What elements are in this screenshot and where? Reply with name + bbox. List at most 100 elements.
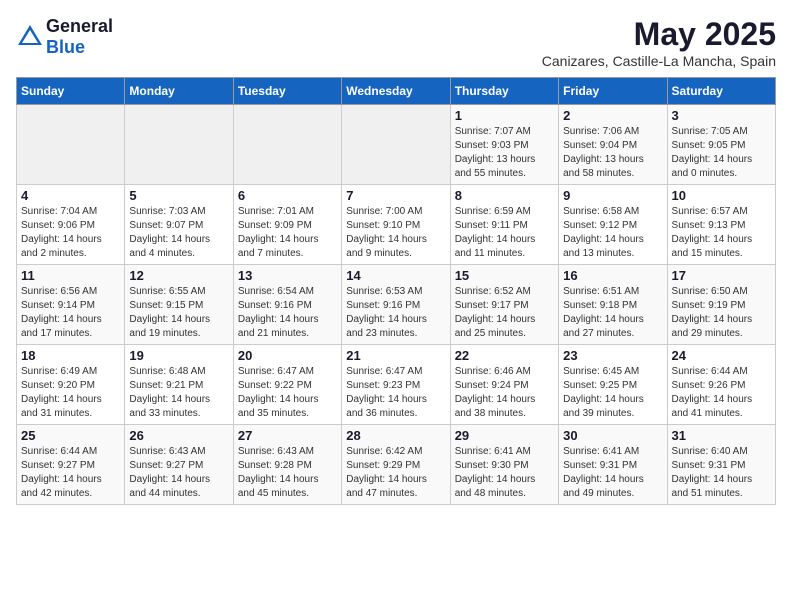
day-number: 31: [672, 428, 771, 443]
day-info: Sunrise: 6:49 AMSunset: 9:20 PMDaylight:…: [21, 365, 120, 421]
day-number: 2: [563, 108, 662, 123]
day-number: 17: [672, 268, 771, 283]
day-number: 14: [346, 268, 445, 283]
header-row: SundayMondayTuesdayWednesdayThursdayFrid…: [17, 78, 776, 105]
day-info: Sunrise: 6:45 AMSunset: 9:25 PMDaylight:…: [563, 365, 662, 421]
day-number: 30: [563, 428, 662, 443]
day-number: 4: [21, 188, 120, 203]
day-number: 9: [563, 188, 662, 203]
day-info: Sunrise: 6:53 AMSunset: 9:16 PMDaylight:…: [346, 285, 445, 341]
day-number: 7: [346, 188, 445, 203]
title-area: May 2025 Canizares, Castille-La Mancha, …: [542, 16, 776, 69]
week-row-0: 1Sunrise: 7:07 AMSunset: 9:03 PMDaylight…: [17, 105, 776, 185]
day-cell: 11Sunrise: 6:56 AMSunset: 9:14 PMDayligh…: [17, 265, 125, 345]
day-cell: 10Sunrise: 6:57 AMSunset: 9:13 PMDayligh…: [667, 185, 775, 265]
day-number: 3: [672, 108, 771, 123]
month-title: May 2025: [542, 16, 776, 53]
day-number: 22: [455, 348, 554, 363]
col-header-sunday: Sunday: [17, 78, 125, 105]
day-cell: 6 Sunrise: 7:01 AMSunset: 9:09 PMDaylight…: [233, 185, 341, 265]
day-cell: 25Sunrise: 6:44 AMSunset: 9:27 PMDayligh…: [17, 425, 125, 505]
day-number: 6: [238, 188, 337, 203]
day-cell: 12 Sunrise: 6:55 AMSunset: 9:15 PMDayligh…: [125, 265, 233, 345]
day-cell: 24 Sunrise: 6:44 AMSunset: 9:26 PMDayligh…: [667, 345, 775, 425]
day-number: 24: [672, 348, 771, 363]
day-cell: 17 Sunrise: 6:50 AMSunset: 9:19 PMDayligh…: [667, 265, 775, 345]
day-info: Sunrise: 6:58 AMSunset: 9:12 PMDaylight:…: [563, 205, 662, 261]
day-number: 16: [563, 268, 662, 283]
col-header-thursday: Thursday: [450, 78, 558, 105]
day-info: Sunrise: 6:44 AMSunset: 9:27 PMDaylight:…: [21, 445, 120, 501]
day-number: 23: [563, 348, 662, 363]
day-info: Sunrise: 6:54 AMSunset: 9:16 PMDaylight:…: [238, 285, 337, 341]
day-number: 1: [455, 108, 554, 123]
logo-general: General: [46, 16, 113, 36]
day-info: Sunrise: 7:01 AMSunset: 9:09 PMDaylight:…: [238, 205, 337, 261]
day-number: 13: [238, 268, 337, 283]
day-number: 27: [238, 428, 337, 443]
col-header-saturday: Saturday: [667, 78, 775, 105]
day-number: 28: [346, 428, 445, 443]
day-cell: 18 Sunrise: 6:49 AMSunset: 9:20 PMDayligh…: [17, 345, 125, 425]
calendar-table: SundayMondayTuesdayWednesdayThursdayFrid…: [16, 77, 776, 505]
day-info: Sunrise: 6:51 AMSunset: 9:18 PMDaylight:…: [563, 285, 662, 341]
day-info: Sunrise: 6:47 AMSunset: 9:23 PMDaylight:…: [346, 365, 445, 421]
week-row-1: 4 Sunrise: 7:04 AMSunset: 9:06 PMDaylight…: [17, 185, 776, 265]
day-cell: 8Sunrise: 6:59 AMSunset: 9:11 PMDaylight…: [450, 185, 558, 265]
day-info: Sunrise: 6:48 AMSunset: 9:21 PMDaylight:…: [129, 365, 228, 421]
calendar-header: SundayMondayTuesdayWednesdayThursdayFrid…: [17, 78, 776, 105]
day-cell: 9 Sunrise: 6:58 AMSunset: 9:12 PMDaylight…: [559, 185, 667, 265]
day-number: 18: [21, 348, 120, 363]
day-number: 5: [129, 188, 228, 203]
day-cell: 16 Sunrise: 6:51 AMSunset: 9:18 PMDayligh…: [559, 265, 667, 345]
day-cell: 5 Sunrise: 7:03 AMSunset: 9:07 PMDaylight…: [125, 185, 233, 265]
day-cell: 27 Sunrise: 6:43 AMSunset: 9:28 PMDayligh…: [233, 425, 341, 505]
logo-icon: [16, 23, 44, 51]
day-info: Sunrise: 6:40 AMSunset: 9:31 PMDaylight:…: [672, 445, 771, 501]
day-info: Sunrise: 6:44 AMSunset: 9:26 PMDaylight:…: [672, 365, 771, 421]
day-cell: 22 Sunrise: 6:46 AMSunset: 9:24 PMDayligh…: [450, 345, 558, 425]
day-info: Sunrise: 6:59 AMSunset: 9:11 PMDaylight:…: [455, 205, 554, 261]
day-info: Sunrise: 6:50 AMSunset: 9:19 PMDaylight:…: [672, 285, 771, 341]
day-cell: 19 Sunrise: 6:48 AMSunset: 9:21 PMDayligh…: [125, 345, 233, 425]
day-info: Sunrise: 6:46 AMSunset: 9:24 PMDaylight:…: [455, 365, 554, 421]
day-number: 26: [129, 428, 228, 443]
day-info: Sunrise: 7:06 AMSunset: 9:04 PMDaylight:…: [563, 125, 662, 181]
day-info: Sunrise: 6:42 AMSunset: 9:29 PMDaylight:…: [346, 445, 445, 501]
day-number: 11: [21, 268, 120, 283]
day-info: Sunrise: 7:04 AMSunset: 9:06 PMDaylight:…: [21, 205, 120, 261]
subtitle: Canizares, Castille-La Mancha, Spain: [542, 53, 776, 69]
day-info: Sunrise: 6:57 AMSunset: 9:13 PMDaylight:…: [672, 205, 771, 261]
day-cell: 15Sunrise: 6:52 AMSunset: 9:17 PMDayligh…: [450, 265, 558, 345]
header: General Blue May 2025 Canizares, Castill…: [16, 16, 776, 69]
day-info: Sunrise: 7:03 AMSunset: 9:07 PMDaylight:…: [129, 205, 228, 261]
day-info: Sunrise: 6:55 AMSunset: 9:15 PMDaylight:…: [129, 285, 228, 341]
day-cell: [125, 105, 233, 185]
day-number: 19: [129, 348, 228, 363]
day-cell: 26 Sunrise: 6:43 AMSunset: 9:27 PMDayligh…: [125, 425, 233, 505]
day-cell: [17, 105, 125, 185]
day-cell: 7Sunrise: 7:00 AMSunset: 9:10 PMDaylight…: [342, 185, 450, 265]
day-cell: 21 Sunrise: 6:47 AMSunset: 9:23 PMDayligh…: [342, 345, 450, 425]
day-number: 29: [455, 428, 554, 443]
day-number: 12: [129, 268, 228, 283]
day-cell: 28 Sunrise: 6:42 AMSunset: 9:29 PMDayligh…: [342, 425, 450, 505]
day-info: Sunrise: 6:41 AMSunset: 9:30 PMDaylight:…: [455, 445, 554, 501]
day-number: 21: [346, 348, 445, 363]
day-cell: 29 Sunrise: 6:41 AMSunset: 9:30 PMDayligh…: [450, 425, 558, 505]
day-info: Sunrise: 6:43 AMSunset: 9:28 PMDaylight:…: [238, 445, 337, 501]
day-cell: [342, 105, 450, 185]
day-cell: 2 Sunrise: 7:06 AMSunset: 9:04 PMDaylight…: [559, 105, 667, 185]
day-info: Sunrise: 6:41 AMSunset: 9:31 PMDaylight:…: [563, 445, 662, 501]
day-info: Sunrise: 7:05 AMSunset: 9:05 PMDaylight:…: [672, 125, 771, 181]
day-cell: 23 Sunrise: 6:45 AMSunset: 9:25 PMDayligh…: [559, 345, 667, 425]
week-row-4: 25Sunrise: 6:44 AMSunset: 9:27 PMDayligh…: [17, 425, 776, 505]
day-info: Sunrise: 6:52 AMSunset: 9:17 PMDaylight:…: [455, 285, 554, 341]
day-cell: 1Sunrise: 7:07 AMSunset: 9:03 PMDaylight…: [450, 105, 558, 185]
col-header-wednesday: Wednesday: [342, 78, 450, 105]
day-cell: 31 Sunrise: 6:40 AMSunset: 9:31 PMDayligh…: [667, 425, 775, 505]
day-info: Sunrise: 6:43 AMSunset: 9:27 PMDaylight:…: [129, 445, 228, 501]
day-cell: 14 Sunrise: 6:53 AMSunset: 9:16 PMDayligh…: [342, 265, 450, 345]
week-row-2: 11Sunrise: 6:56 AMSunset: 9:14 PMDayligh…: [17, 265, 776, 345]
day-cell: [233, 105, 341, 185]
